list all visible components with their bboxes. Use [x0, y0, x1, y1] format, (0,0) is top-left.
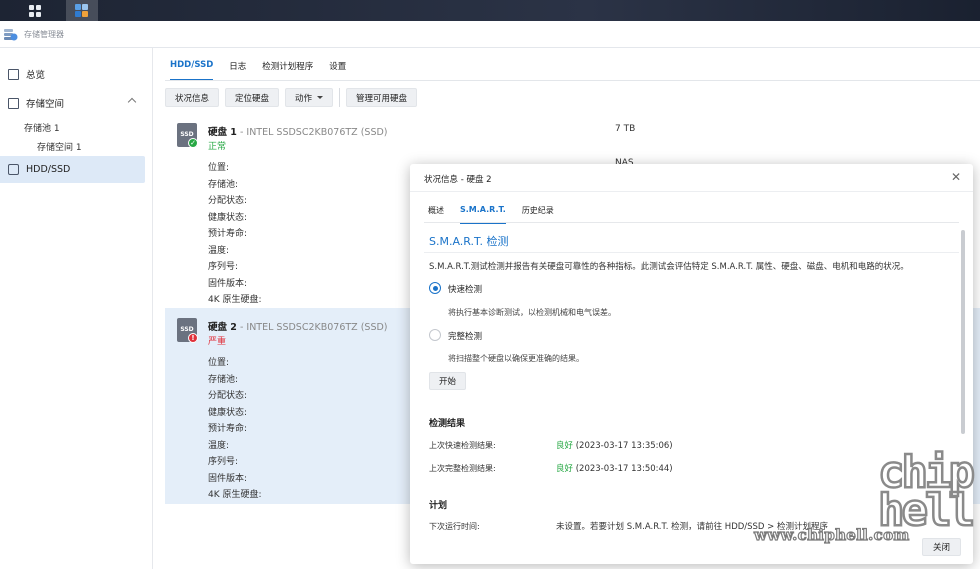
- disk-fields: 位置: 存储池: 分配状态: 健康状态: 预计寿命: 温度: 序列号: 固件版本…: [208, 160, 262, 309]
- storage-icon: [8, 97, 19, 109]
- field-label: 位置:: [208, 163, 230, 173]
- sidebar-item-overview[interactable]: 总览: [0, 61, 153, 87]
- dialog-title: 状况信息 - 硬盘 2: [424, 175, 492, 185]
- field-label: 序列号:: [208, 457, 239, 467]
- result-time: (2023-03-17 13:35:06): [573, 441, 673, 451]
- sidebar-item-hdd-ssd[interactable]: HDD/SSD: [0, 156, 145, 183]
- disk-capacity: 7 TB: [615, 124, 636, 134]
- storage-manager-icon: [75, 3, 89, 18]
- dialog-header: 状况信息 - 硬盘 2 ✕: [410, 164, 973, 192]
- start-test-button[interactable]: 开始: [429, 372, 467, 390]
- field-label: 4K 原生硬盘:: [208, 295, 262, 305]
- storage-manager-taskbar-button[interactable]: [66, 0, 98, 21]
- result-time: (2023-03-17 13:50:44): [573, 464, 673, 474]
- disk-icon: [8, 164, 19, 175]
- next-run-label: 下次运行时间:: [429, 522, 480, 531]
- toolbar-separator: [339, 88, 341, 107]
- disk-model: - INTEL SSDSC2KB076TZ (SSD): [236, 127, 388, 138]
- taskbar: [0, 0, 980, 21]
- field-label: 位置:: [208, 358, 230, 368]
- smart-description: S.M.A.R.T.测试检测并报告有关硬盘可靠性的各种指标。此测试会评估特定 S…: [429, 262, 909, 272]
- tab-test-scheduler[interactable]: 检测计划程序: [262, 60, 313, 81]
- tab-settings[interactable]: 设置: [329, 60, 346, 81]
- chevron-up-icon[interactable]: [127, 97, 137, 107]
- field-label: 健康状态:: [208, 212, 248, 223]
- tab-hdd-ssd[interactable]: HDD/SSD: [170, 60, 214, 81]
- quick-test-radio[interactable]: [429, 282, 441, 294]
- field-label: 存储池:: [208, 179, 239, 190]
- tab-log[interactable]: 日志: [229, 60, 246, 81]
- sidebar-item-label: HDD/SSD: [26, 164, 71, 175]
- section-divider: [424, 252, 959, 253]
- field-label: 序列号:: [208, 262, 239, 272]
- field-label: 分配状态:: [208, 196, 248, 206]
- smart-section-title: S.M.A.R.T. 检测: [429, 235, 509, 248]
- toolbar: 状况信息 定位硬盘 动作 管理可用硬盘: [165, 88, 418, 107]
- disk-status: 正常: [208, 142, 227, 152]
- sidebar-item-volume[interactable]: 存储空间 1: [37, 140, 82, 153]
- field-label: 温度:: [208, 440, 230, 451]
- alert-icon: !: [188, 333, 198, 343]
- locate-disk-button[interactable]: 定位硬盘: [225, 88, 280, 107]
- sidebar: 总览 存储空间 存储池 1 存储空间 1 HDD/SSD: [0, 48, 153, 569]
- result-status: 良好: [556, 441, 574, 451]
- storage-manager-icon: [3, 27, 18, 42]
- last-full-result-value: 良好 (2023-03-17 13:50:44): [556, 462, 673, 474]
- quick-test-label[interactable]: 快速检测: [448, 283, 482, 295]
- apps-grid-icon: [29, 4, 41, 17]
- health-info-button[interactable]: 状况信息: [165, 88, 220, 107]
- action-label: 动作: [295, 93, 313, 104]
- last-quick-result-value: 良好 (2023-03-17 13:35:06): [556, 439, 673, 451]
- field-label: 分配状态:: [208, 391, 248, 401]
- sidebar-item-label: 存储空间: [26, 99, 65, 110]
- dialog-scrollbar[interactable]: [961, 230, 965, 434]
- next-run-value: 未设置。若要计划 S.M.A.R.T. 检测，请前往 HDD/SSD > 检测计…: [556, 522, 829, 532]
- schedule-heading: 计划: [429, 501, 448, 511]
- action-dropdown-button[interactable]: 动作: [285, 88, 334, 107]
- window-title: 存储管理器: [24, 29, 64, 39]
- caret-down-icon: [317, 96, 324, 99]
- tab-divider: [165, 80, 980, 81]
- full-test-label[interactable]: 完整检测: [448, 330, 482, 342]
- field-label: 存储池:: [208, 374, 239, 385]
- result-status: 良好: [556, 464, 574, 474]
- field-label: 预计寿命:: [208, 229, 248, 239]
- disk-model: - INTEL SSDSC2KB076TZ (SSD): [236, 322, 388, 333]
- check-icon: ✓: [188, 138, 198, 148]
- close-button[interactable]: 关闭: [921, 538, 961, 556]
- main-menu-button[interactable]: [19, 0, 51, 21]
- field-label: 4K 原生硬盘:: [208, 490, 262, 500]
- close-icon[interactable]: ✕: [951, 170, 961, 184]
- overview-icon: [8, 68, 19, 80]
- disk-title: 硬盘 1 - INTEL SSDSC2KB076TZ (SSD): [208, 124, 388, 138]
- sidebar-item-label: 总览: [26, 70, 46, 81]
- field-label: 固件版本:: [208, 278, 248, 289]
- last-quick-result-label: 上次快速检测结果:: [429, 441, 496, 450]
- main-tabs: HDD/SSD 日志 检测计划程序 设置: [170, 60, 362, 81]
- disk-name: 硬盘 1: [208, 127, 237, 138]
- disk-fields: 位置: 存储池: 分配状态: 健康状态: 预计寿命: 温度: 序列号: 固件版本…: [208, 355, 262, 504]
- disk-title: 硬盘 2 - INTEL SSDSC2KB076TZ (SSD): [208, 319, 388, 333]
- field-label: 固件版本:: [208, 473, 248, 484]
- disk-name: 硬盘 2: [208, 322, 237, 333]
- sidebar-item-storage[interactable]: 存储空间: [0, 90, 153, 116]
- manage-available-drives-button[interactable]: 管理可用硬盘: [346, 88, 418, 107]
- full-test-description: 将扫描整个硬盘以确保更准确的结果。: [448, 354, 584, 363]
- full-test-radio[interactable]: [429, 329, 441, 341]
- dialog-tab-divider: [424, 222, 959, 223]
- field-label: 温度:: [208, 245, 230, 256]
- disk-status: 严重: [208, 337, 227, 347]
- quick-test-description: 将执行基本诊断测试，以检测机械和电气误差。: [448, 308, 616, 317]
- sidebar-item-storage-pool[interactable]: 存储池 1: [24, 121, 60, 134]
- last-full-result-label: 上次完整检测结果:: [429, 464, 496, 473]
- field-label: 健康状态:: [208, 407, 248, 418]
- field-label: 预计寿命:: [208, 424, 248, 434]
- health-info-dialog: 状况信息 - 硬盘 2 ✕ 概述 S.M.A.R.T. 历史纪录 S.M.A.R…: [410, 164, 973, 564]
- window-titlebar: 存储管理器: [0, 21, 980, 48]
- results-heading: 检测结果: [429, 419, 466, 429]
